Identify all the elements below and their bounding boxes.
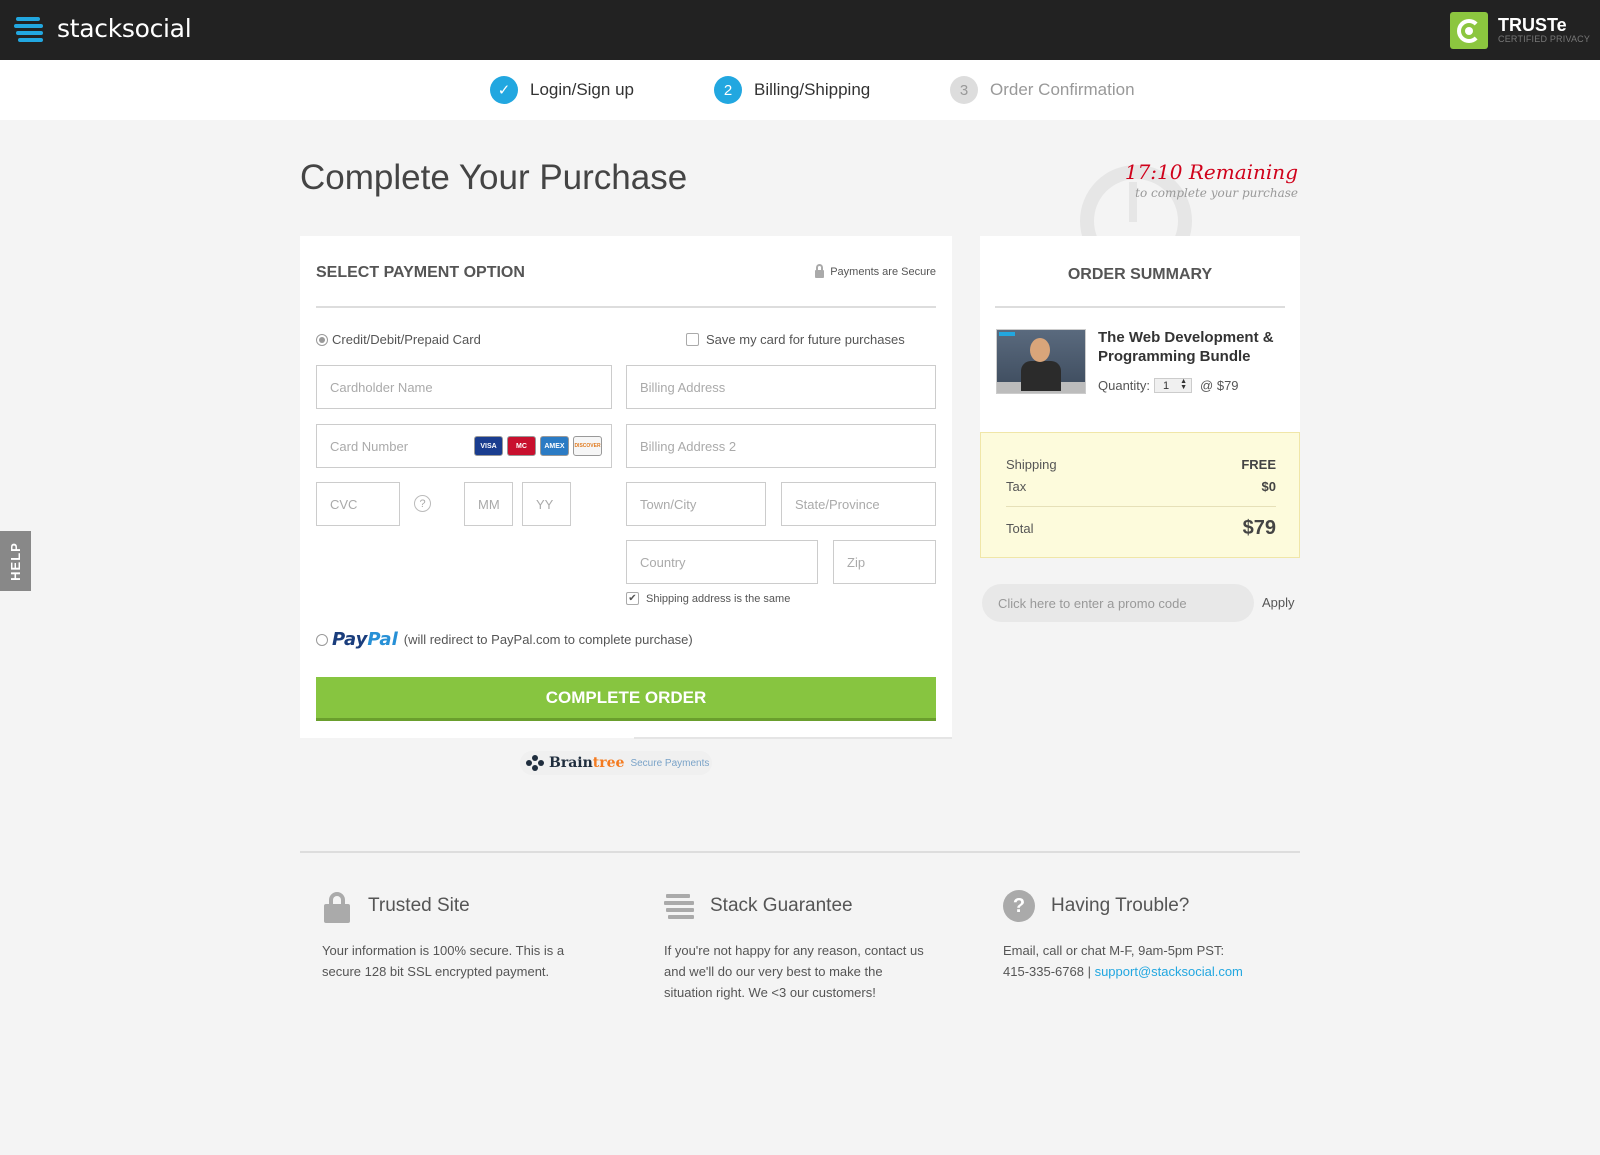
card-radio[interactable] (316, 333, 328, 346)
divider (1006, 506, 1276, 507)
complete-order-button[interactable]: COMPLETE ORDER (316, 677, 936, 721)
stack-logo-icon (14, 15, 45, 43)
page-title: Complete Your Purchase (300, 158, 688, 197)
visa-icon: VISA (474, 436, 503, 456)
footer-trusted-site: Trusted Site Your information is 100% se… (322, 890, 612, 982)
stacksocial-logo[interactable]: stacksocial (14, 14, 192, 43)
footer-guarantee: Stack Guarantee If you're not happy for … (664, 890, 954, 1003)
cvc-input[interactable]: CVC (316, 482, 400, 526)
braintree-badge: Braintree Secure Payments (520, 751, 712, 775)
quantity-row: Quantity: 1 ▲ ▼ @ $79 (1098, 378, 1239, 393)
card-brands: VISA MC AMEX DISCOVER (474, 436, 602, 456)
shipping-same-label: Shipping address is the same (646, 592, 791, 605)
support-email-link[interactable]: support@stacksocial.com (1095, 964, 1243, 979)
truste-tagline: CERTIFIED PRIVACY (1498, 34, 1591, 44)
cardholder-name-input[interactable]: Cardholder Name (316, 365, 612, 409)
step-number: 2 (714, 76, 742, 104)
question-icon: ? (1003, 890, 1035, 922)
paypal-option[interactable]: PayPal (will redirect to PayPal.com to c… (316, 629, 693, 650)
save-card-option[interactable]: Save my card for future purchases (686, 332, 905, 347)
trusted-body: Your information is 100% secure. This is… (322, 943, 565, 979)
braintree-logo-icon (526, 755, 544, 771)
country-input[interactable]: Country (626, 540, 818, 584)
card-option-label: Credit/Debit/Prepaid Card (332, 332, 481, 347)
shipping-same-option[interactable]: ✔ Shipping address is the same (626, 592, 790, 605)
billing-address-input[interactable]: Billing Address (626, 365, 936, 409)
cvc-help-icon[interactable]: ? (414, 495, 431, 512)
apply-promo-button[interactable]: Apply (1262, 595, 1295, 610)
product-thumbnail[interactable] (996, 329, 1086, 394)
support-phone: 415-335-6768 | (1003, 964, 1091, 979)
card-number-placeholder: Card Number (330, 438, 409, 454)
price-breakdown: Shipping FREE Tax $0 Total $79 (980, 432, 1300, 558)
trouble-hours: Email, call or chat M-F, 9am-5pm PST: (1003, 943, 1225, 958)
footer-trouble: ? Having Trouble? Email, call or chat M-… (1003, 890, 1293, 982)
town-input[interactable]: Town/City (626, 482, 766, 526)
step-label: Billing/Shipping (754, 80, 871, 99)
step-check-icon: ✓ (490, 76, 518, 104)
shipping-row: Shipping FREE (1006, 457, 1276, 472)
product-title[interactable]: The Web Development & Programming Bundle (1098, 328, 1288, 366)
timer-subtext: to complete your purchase (1135, 186, 1298, 200)
stack-icon (664, 890, 694, 922)
guarantee-body: If you're not happy for any reason, cont… (664, 943, 924, 1000)
card-number-input[interactable]: Card Number VISA MC AMEX DISCOVER (316, 424, 612, 468)
step-confirmation: 3 Order Confirmation (950, 76, 1135, 104)
shipping-same-checkbox[interactable]: ✔ (626, 592, 639, 605)
secure-label: Payments are Secure (830, 266, 936, 278)
quantity-select[interactable]: 1 ▲ ▼ (1154, 378, 1193, 393)
timer-remaining: 17:10 Remaining (1124, 160, 1298, 184)
save-card-label: Save my card for future purchases (706, 332, 905, 347)
trouble-title: Having Trouble? (1051, 895, 1190, 916)
footer-divider (300, 851, 1300, 853)
promo-code-input[interactable]: Click here to enter a promo code (982, 584, 1254, 622)
paypal-radio[interactable] (316, 633, 328, 646)
stepper-arrows-icon: ▲ ▼ (1180, 378, 1188, 391)
panel-shadow (634, 737, 952, 739)
zip-input[interactable]: Zip (833, 540, 936, 584)
unit-price: @ $79 (1200, 378, 1239, 393)
step-login[interactable]: ✓ Login/Sign up (490, 76, 634, 104)
payment-heading: SELECT PAYMENT OPTION (316, 264, 525, 281)
step-billing: 2 Billing/Shipping (714, 76, 870, 104)
discover-icon: DISCOVER (573, 436, 602, 456)
lock-icon (815, 264, 825, 278)
checkout-steps: ✓ Login/Sign up 2 Billing/Shipping 3 Ord… (0, 60, 1600, 120)
paypal-logo: PayPal (332, 629, 398, 650)
amex-icon: AMEX (540, 436, 569, 456)
billing-address2-input[interactable]: Billing Address 2 (626, 424, 936, 468)
top-bar: stacksocial TRUSTe CERTIFIED PRIVACY (0, 0, 1600, 60)
lock-icon (322, 890, 352, 923)
logo-text: stacksocial (57, 14, 192, 43)
save-card-checkbox[interactable] (686, 333, 699, 346)
divider (316, 306, 936, 308)
divider (995, 306, 1285, 308)
truste-badge-icon (1450, 12, 1488, 49)
order-summary-panel: ORDER SUMMARY The Web Development & Prog… (980, 236, 1300, 558)
total-row: Total $79 (1006, 517, 1276, 539)
card-option[interactable]: Credit/Debit/Prepaid Card (316, 332, 481, 347)
paypal-note: (will redirect to PayPal.com to complete… (403, 632, 693, 647)
truste-name: TRUSTe (1498, 15, 1567, 35)
payment-panel: SELECT PAYMENT OPTION Payments are Secur… (300, 236, 952, 739)
truste-seal[interactable]: TRUSTe CERTIFIED PRIVACY (1450, 12, 1590, 49)
tax-row: Tax $0 (1006, 479, 1276, 494)
order-summary-title: ORDER SUMMARY (1067, 266, 1213, 283)
step-label: Login/Sign up (530, 80, 634, 99)
expiry-year-input[interactable]: YY (522, 482, 571, 526)
state-input[interactable]: State/Province (781, 482, 936, 526)
step-number: 3 (950, 76, 978, 104)
payments-secure: Payments are Secure (815, 264, 936, 278)
mastercard-icon: MC (507, 436, 536, 456)
braintree-secure-label: Secure Payments (630, 757, 710, 769)
guarantee-title: Stack Guarantee (710, 895, 853, 916)
expiry-month-input[interactable]: MM (464, 482, 513, 526)
help-tab[interactable]: HELP (0, 531, 31, 591)
countdown-timer: 17:10 Remaining to complete your purchas… (1125, 160, 1298, 200)
braintree-name: Braintree (549, 755, 625, 771)
quantity-label: Quantity: (1098, 378, 1151, 393)
trouble-body: Email, call or chat M-F, 9am-5pm PST: 41… (1003, 940, 1293, 982)
step-label: Order Confirmation (990, 80, 1135, 99)
trusted-title: Trusted Site (368, 895, 470, 916)
